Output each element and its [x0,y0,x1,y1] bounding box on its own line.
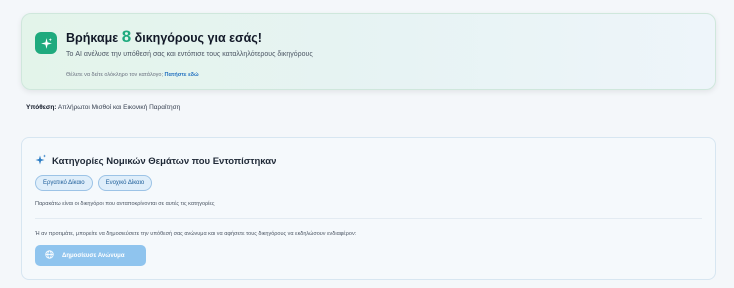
catalog-text: Θέλετε να δείτε ολόκληρο τον κατάλογο; [66,72,164,78]
anonymous-note: Ή αν προτιμάτε, μπορείτε να δημοσιεύσετε… [35,231,357,237]
banner-title-prefix: Βρήκαμε [66,31,119,45]
divider [35,218,702,219]
globe-icon [45,250,54,261]
banner-title: Βρήκαμε 8 δικηγόρους για εσάς! [66,27,262,47]
lawyer-count: 8 [121,27,132,46]
category-tag[interactable]: Εργατικό Δίκαιο [35,175,93,191]
categories-card: Κατηγορίες Νομικών Θεμάτων που Εντοπίστη… [21,137,716,280]
results-banner: Βρήκαμε 8 δικηγόρους για εσάς! Το AI ανέ… [21,13,716,90]
case-label: Υπόθεση: [26,104,57,111]
case-value: Απλήρωτοι Μισθοί και Εικονική Παραίτηση [57,104,181,111]
catalog-prompt: Θέλετε να δείτε ολόκληρο τον κατάλογο; Π… [66,72,199,78]
category-tag[interactable]: Ενοχικό Δίκαιο [97,175,153,191]
catalog-link[interactable]: Πατήστε εδώ [165,72,199,78]
banner-title-suffix: δικηγόρους για εσάς! [134,31,262,45]
category-tags: Εργατικό Δίκαιο Ενοχικό Δίκαιο [35,175,153,191]
categories-title: Κατηγορίες Νομικών Θεμάτων που Εντοπίστη… [35,154,276,169]
publish-button-label: Δημοσίευσε Ανώνυμα [62,252,125,259]
categories-description: Παρακάτω είναι οι δικηγόροι που ανταποκρ… [35,201,215,207]
sparkle-icon [35,154,47,169]
sparkle-icon [35,32,57,54]
banner-subtitle: Το AI ανέλυσε την υπόθεσή σας και εντόπι… [66,51,313,58]
case-summary: Υπόθεση: Απλήρωτοι Μισθοί και Εικονική Π… [26,104,180,111]
categories-title-text: Κατηγορίες Νομικών Θεμάτων που Εντοπίστη… [52,156,277,167]
publish-anonymously-button[interactable]: Δημοσίευσε Ανώνυμα [35,245,146,266]
